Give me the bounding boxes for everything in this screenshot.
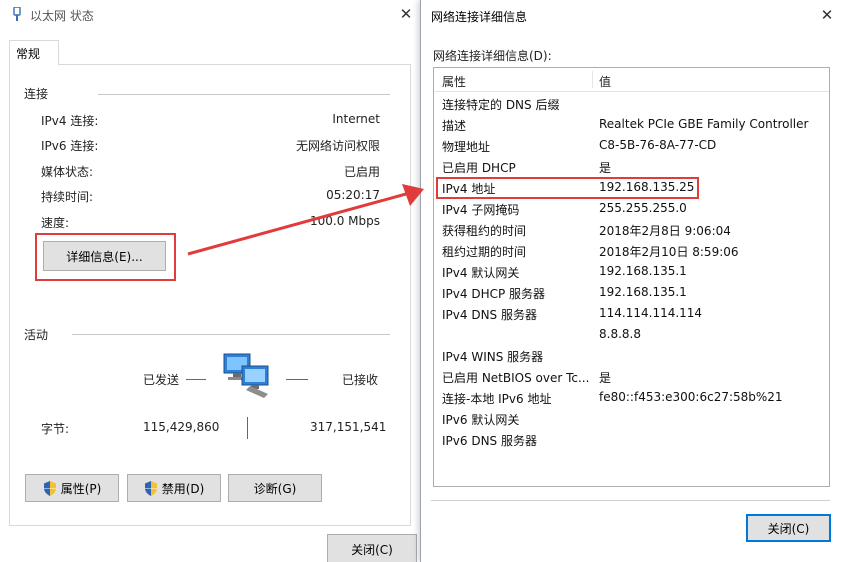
network-adapter-icon	[13, 7, 21, 21]
ipv4-connection-value: Internet	[332, 112, 380, 126]
row-property: IPv4 DNS 服务器	[442, 308, 537, 322]
row-value: 2018年2月8日 9:06:04	[599, 224, 731, 238]
close-icon[interactable]: ✕	[817, 5, 837, 25]
activity-group-divider	[72, 334, 390, 335]
received-label: 已接收	[342, 373, 379, 387]
footer-divider	[431, 500, 830, 501]
window-title: 以太网 状态	[30, 9, 94, 23]
row-value: 192.168.135.1	[599, 264, 687, 278]
list-item[interactable]: IPv6 DNS 服务器	[434, 429, 829, 450]
row-value: 是	[599, 161, 612, 175]
network-connection-details-window: 网络连接详细信息 ✕ 网络连接详细信息(D): 属性 值 连接特定的 DNS 后…	[420, 0, 843, 562]
ipv4-connection-label: IPv4 连接:	[41, 114, 99, 128]
connection-group-title: 连接	[24, 85, 53, 102]
column-property[interactable]: 属性	[442, 73, 466, 90]
row-property: IPv6 DNS 服务器	[442, 434, 537, 448]
row-property: IPv4 WINS 服务器	[442, 350, 544, 364]
general-panel	[9, 64, 411, 526]
row-value: 114.114.114.114	[599, 306, 703, 320]
sent-dash	[186, 379, 206, 380]
list-item[interactable]: IPv4 DHCP 服务器 192.168.135.1	[434, 282, 829, 303]
row-value: 是	[599, 371, 612, 385]
row-value: 255.255.255.0	[599, 201, 687, 215]
row-property: 连接-本地 IPv6 地址	[442, 392, 552, 406]
list-item[interactable]: IPv4 DNS 服务器 114.114.114.114	[434, 303, 829, 324]
media-state-label: 媒体状态:	[41, 165, 94, 179]
column-separator[interactable]	[592, 71, 593, 88]
disable-button[interactable]: 禁用(D)	[127, 474, 221, 502]
connection-group-divider	[98, 94, 390, 95]
details-caption: 网络连接详细信息(D):	[433, 49, 552, 63]
sent-label: 已发送	[143, 373, 180, 387]
list-header: 属性 值	[434, 68, 829, 92]
row-value: C8-5B-76-8A-77-CD	[599, 138, 717, 152]
column-value[interactable]: 值	[599, 73, 611, 90]
activity-group-title: 活动	[24, 326, 53, 343]
speed-label: 速度:	[41, 216, 70, 230]
list-item[interactable]: 已启用 NetBIOS over Tc... 是	[434, 366, 829, 387]
list-item[interactable]: 获得租约的时间 2018年2月8日 9:06:04	[434, 219, 829, 240]
row-property: 物理地址	[442, 140, 491, 154]
diagnose-button[interactable]: 诊断(G)	[228, 474, 322, 502]
speed-value: 100.0 Mbps	[309, 214, 380, 228]
close-icon[interactable]: ✕	[396, 4, 416, 24]
list-item[interactable]: 已启用 DHCP 是	[434, 156, 829, 177]
window-title: 网络连接详细信息	[431, 10, 528, 24]
row-property: 描述	[442, 119, 467, 133]
bytes-sent-value: 115,429,860	[143, 420, 220, 434]
row-property: 租约过期的时间	[442, 245, 527, 259]
uac-shield-icon	[144, 480, 157, 496]
list-item[interactable]: IPv4 WINS 服务器	[434, 345, 829, 366]
media-state-value: 已启用	[343, 165, 380, 179]
title-bar[interactable]: 以太网 状态 ✕	[0, 0, 423, 30]
ethernet-status-window: 以太网 状态 ✕ 常规 连接 IPv4 连接: Internet IPv6 连接…	[0, 0, 423, 562]
list-item[interactable]: 8.8.8.8	[434, 324, 829, 345]
details-button-highlight	[35, 233, 176, 281]
details-list[interactable]: 属性 值 连接特定的 DNS 后缀 描述 Realtek PCIe GBE Fa…	[433, 67, 830, 487]
list-item[interactable]: 物理地址 C8-5B-76-8A-77-CD	[434, 135, 829, 156]
ipv6-connection-label: IPv6 连接:	[41, 139, 99, 153]
row-value: 192.168.135.1	[599, 285, 687, 299]
left-close-button[interactable]: 关闭(C)	[327, 534, 417, 562]
ipv4-address-highlight	[436, 177, 699, 199]
network-computers-icon	[223, 353, 269, 398]
duration-value: 05:20:17	[326, 188, 380, 202]
list-item[interactable]: 租约过期的时间 2018年2月10日 8:59:06	[434, 240, 829, 261]
row-property: IPv4 子网掩码	[442, 203, 520, 217]
row-value: 8.8.8.8	[599, 327, 641, 341]
row-property: 获得租约的时间	[442, 224, 527, 238]
row-value: 2018年2月10日 8:59:06	[599, 245, 739, 259]
ipv6-connection-value: 无网络访问权限	[295, 139, 380, 153]
received-dash	[286, 379, 308, 380]
bytes-divider	[247, 417, 248, 439]
tab-general[interactable]: 常规	[9, 40, 59, 65]
row-value: Realtek PCIe GBE Family Controller	[599, 117, 809, 131]
uac-shield-icon	[43, 480, 56, 496]
list-item[interactable]: IPv4 默认网关 192.168.135.1	[434, 261, 829, 282]
list-item[interactable]: 连接-本地 IPv6 地址 fe80::f453:e300:6c27:58b%2…	[434, 387, 829, 408]
row-property: IPv4 DHCP 服务器	[442, 287, 546, 301]
row-property: 连接特定的 DNS 后缀	[442, 98, 560, 112]
properties-button-label: 属性(P)	[60, 481, 102, 496]
row-property: 已启用 NetBIOS over Tc...	[442, 371, 590, 385]
list-item[interactable]: 描述 Realtek PCIe GBE Family Controller	[434, 114, 829, 135]
disable-button-label: 禁用(D)	[161, 481, 205, 496]
bytes-label: 字节:	[41, 422, 70, 436]
duration-label: 持续时间:	[41, 190, 94, 204]
row-value: fe80::f453:e300:6c27:58b%21	[599, 390, 783, 404]
row-property: IPv6 默认网关	[442, 413, 520, 427]
row-property: 已启用 DHCP	[442, 161, 516, 175]
properties-button[interactable]: 属性(P)	[25, 474, 119, 502]
right-close-button[interactable]: 关闭(C)	[746, 514, 831, 542]
list-item[interactable]: IPv6 默认网关	[434, 408, 829, 429]
list-item[interactable]: IPv4 子网掩码 255.255.255.0	[434, 198, 829, 219]
list-item[interactable]: 连接特定的 DNS 后缀	[434, 93, 829, 114]
row-property: IPv4 默认网关	[442, 266, 520, 280]
bytes-received-value: 317,151,541	[310, 420, 387, 434]
